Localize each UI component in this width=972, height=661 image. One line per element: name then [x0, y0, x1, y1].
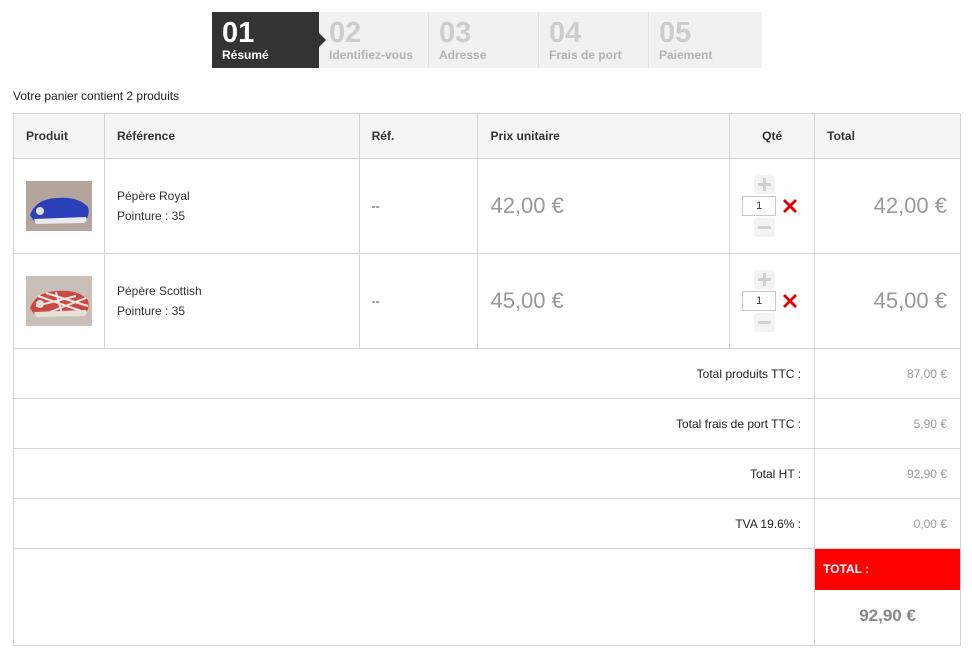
delete-button[interactable] [780, 290, 800, 312]
step-number: 05 [659, 17, 692, 49]
step-shipping[interactable]: 04 Frais de port [539, 12, 649, 68]
minus-icon [758, 226, 772, 229]
col-header-unit-price: Prix unitaire [477, 113, 731, 159]
summary-row: Total produits TTC : 87,00 € [12, 348, 961, 399]
step-summary[interactable]: 01 Résumé [212, 12, 326, 68]
cart-summary-text: Votre panier contient 2 produits [13, 89, 180, 103]
product-image-cell [13, 253, 105, 349]
total-ht-value: 92,90 € [814, 448, 961, 499]
grand-total-value: 92,90 € [859, 606, 916, 625]
total-products-label: Total produits TTC : [12, 348, 816, 399]
step-label: Identifiez-vous [329, 48, 414, 62]
step-number: 03 [439, 17, 472, 49]
product-reference-cell: Pépère Scottish Pointure : 35 [103, 253, 360, 349]
step-number: 02 [329, 17, 362, 49]
line-total: 42,00 € [814, 158, 961, 254]
product-size: Pointure : 35 [116, 209, 186, 223]
qty-increase-button[interactable] [754, 175, 776, 194]
col-header-product: Produit [13, 113, 105, 159]
product-ref: -- [358, 158, 479, 254]
step-label: Frais de port [549, 48, 622, 62]
shipping-total-value: 5,90 € [814, 398, 961, 449]
delete-x-icon [783, 199, 798, 213]
product-ref: -- [358, 253, 479, 349]
step-label: Résumé [222, 48, 269, 62]
product-thumbnail[interactable] [26, 181, 92, 231]
step-label: Adresse [439, 48, 487, 62]
product-image-cell [13, 158, 105, 254]
qty-decrease-button[interactable] [754, 313, 776, 332]
col-header-qty: Qté [729, 113, 816, 159]
col-header-ref: Réf. [358, 113, 479, 159]
grand-total-label: TOTAL : [815, 549, 960, 590]
tax-value: 0,00 € [814, 498, 961, 549]
quantity-cell: 1 [729, 253, 816, 349]
summary-row: Total HT : 92,90 € [12, 448, 961, 499]
plus-icon [758, 178, 772, 191]
step-address[interactable]: 03 Adresse [429, 12, 539, 68]
tax-label: TVA 19.6% : [12, 498, 816, 549]
unit-price: 42,00 € [477, 158, 731, 254]
summary-row: Total frais de port TTC : 5,90 € [12, 398, 961, 449]
minus-icon [758, 321, 772, 324]
shipping-total-label: Total frais de port TTC : [12, 398, 816, 449]
line-total: 45,00 € [814, 253, 961, 349]
unit-price: 45,00 € [477, 253, 731, 349]
table-row: Pépère Scottish Pointure : 35 -- 45,00 €… [13, 253, 961, 349]
step-number: 04 [549, 17, 582, 49]
col-header-total: Total [814, 113, 961, 159]
step-identify[interactable]: 02 Identifiez-vous [319, 12, 429, 68]
grand-total-row: TOTAL : 92,90 € [12, 548, 961, 646]
table-row: Pépère Royal Pointure : 35 -- 42,00 € 1 [13, 158, 961, 254]
product-size: Pointure : 35 [116, 304, 186, 318]
product-name[interactable]: Pépère Scottish [117, 281, 359, 301]
product-thumbnail[interactable] [26, 276, 92, 326]
total-ht-label: Total HT : [12, 448, 816, 499]
grand-total-cell: TOTAL : 92,90 € [814, 548, 961, 646]
qty-increase-button[interactable] [754, 270, 776, 289]
quantity-cell: 1 [729, 158, 816, 254]
delete-button[interactable] [780, 195, 800, 217]
total-products-value: 87,00 € [814, 348, 961, 399]
quantity-input[interactable]: 1 [742, 196, 777, 216]
step-payment[interactable]: 05 Paiement [649, 12, 759, 68]
product-name[interactable]: Pépère Royal [117, 186, 359, 206]
table-header-row: Produit Référence Réf. Prix unitaire Qté… [13, 113, 961, 159]
step-label: Paiement [659, 48, 713, 62]
step-number: 01 [222, 17, 255, 49]
quantity-input[interactable]: 1 [742, 291, 777, 311]
cart-table: Produit Référence Réf. Prix unitaire Qté… [12, 113, 961, 646]
delete-x-icon [783, 294, 798, 308]
col-header-reference: Référence [103, 113, 360, 159]
grand-total-spacer [12, 548, 816, 646]
qty-decrease-button[interactable] [754, 218, 776, 237]
checkout-steps: 01 Résumé 02 Identifiez-vous 03 Adresse … [212, 12, 762, 68]
summary-row: TVA 19.6% : 0,00 € [12, 498, 961, 549]
plus-icon [758, 273, 772, 286]
product-reference-cell: Pépère Royal Pointure : 35 [103, 158, 360, 254]
